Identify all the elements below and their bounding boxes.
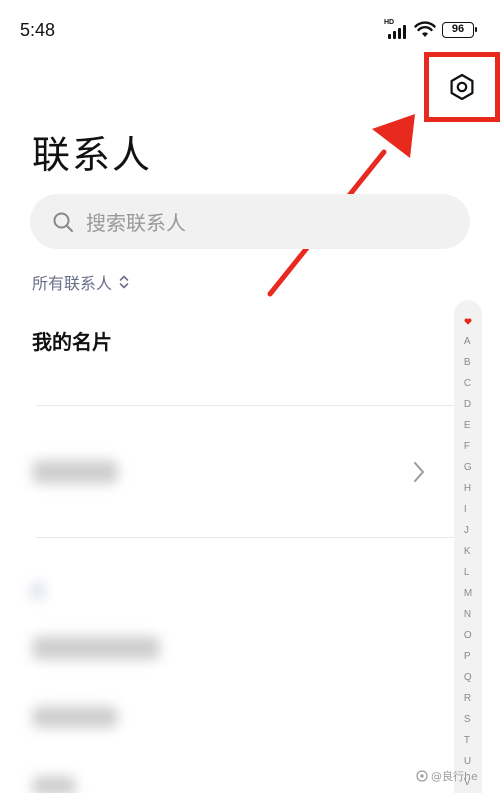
alphabet-index[interactable]: ABCDEFGHIJKLMNOPQRSTUV <box>454 300 482 793</box>
blurred-contact-row[interactable] <box>32 776 76 793</box>
watermark: @良行he <box>416 768 478 784</box>
alphabet-letter-d[interactable]: D <box>464 394 472 415</box>
alphabet-letter-r[interactable]: R <box>464 688 472 709</box>
chevron-right-icon <box>414 462 424 482</box>
watermark-text: @良行he <box>431 770 478 783</box>
my-card-item[interactable]: 我的名片 <box>32 326 112 355</box>
alphabet-letter-h[interactable]: H <box>464 478 472 499</box>
watermark-logo-icon <box>416 770 428 782</box>
search-icon <box>53 212 73 232</box>
alphabet-letter-b[interactable]: B <box>464 352 472 373</box>
alphabet-letter-k[interactable]: K <box>464 541 472 562</box>
battery-icon: 96 <box>442 22 477 38</box>
blurred-contact-row[interactable] <box>32 706 118 728</box>
status-icons: HD 96 <box>384 19 477 39</box>
page-title: 联系人 <box>32 133 153 177</box>
alphabet-letter-e[interactable]: E <box>464 415 472 436</box>
alphabet-letter-t[interactable]: T <box>464 730 472 751</box>
alphabet-letter-c[interactable]: C <box>464 373 472 394</box>
alphabet-letter-j[interactable]: J <box>464 520 472 541</box>
status-time: 5:48 <box>20 20 56 40</box>
alphabet-letter-o[interactable]: O <box>464 625 472 646</box>
filter-label: 所有联系人 <box>32 274 113 293</box>
alphabet-letter-s[interactable]: S <box>464 709 472 730</box>
heart-icon[interactable] <box>462 318 474 325</box>
chevron-up-down-icon <box>119 275 129 289</box>
contact-filter-dropdown[interactable]: 所有联系人 <box>32 270 130 294</box>
alphabet-letter-i[interactable]: I <box>464 499 472 520</box>
settings-hexagon-icon[interactable] <box>447 72 477 102</box>
alphabet-letter-g[interactable]: G <box>464 457 472 478</box>
alphabet-letter-p[interactable]: P <box>464 646 472 667</box>
search-placeholder: 搜索联系人 <box>86 211 186 235</box>
divider <box>36 537 454 538</box>
wifi-icon <box>414 21 436 37</box>
blurred-section-header <box>30 582 46 600</box>
divider <box>36 405 454 406</box>
blurred-contact-row[interactable] <box>32 636 160 660</box>
alphabet-letter-q[interactable]: Q <box>464 667 472 688</box>
blurred-contact-group[interactable] <box>32 460 118 484</box>
alphabet-letter-l[interactable]: L <box>464 562 472 583</box>
search-input[interactable]: 搜索联系人 <box>30 194 470 249</box>
signal-icon: HD <box>384 19 408 39</box>
alphabet-letters: ABCDEFGHIJKLMNOPQRSTUV <box>464 331 472 793</box>
alphabet-letter-a[interactable]: A <box>464 331 472 352</box>
alphabet-letter-m[interactable]: M <box>464 583 472 604</box>
alphabet-letter-n[interactable]: N <box>464 604 472 625</box>
status-bar: 5:48 HD 96 <box>0 0 500 60</box>
alphabet-letter-f[interactable]: F <box>464 436 472 457</box>
settings-highlight-box <box>424 52 500 122</box>
